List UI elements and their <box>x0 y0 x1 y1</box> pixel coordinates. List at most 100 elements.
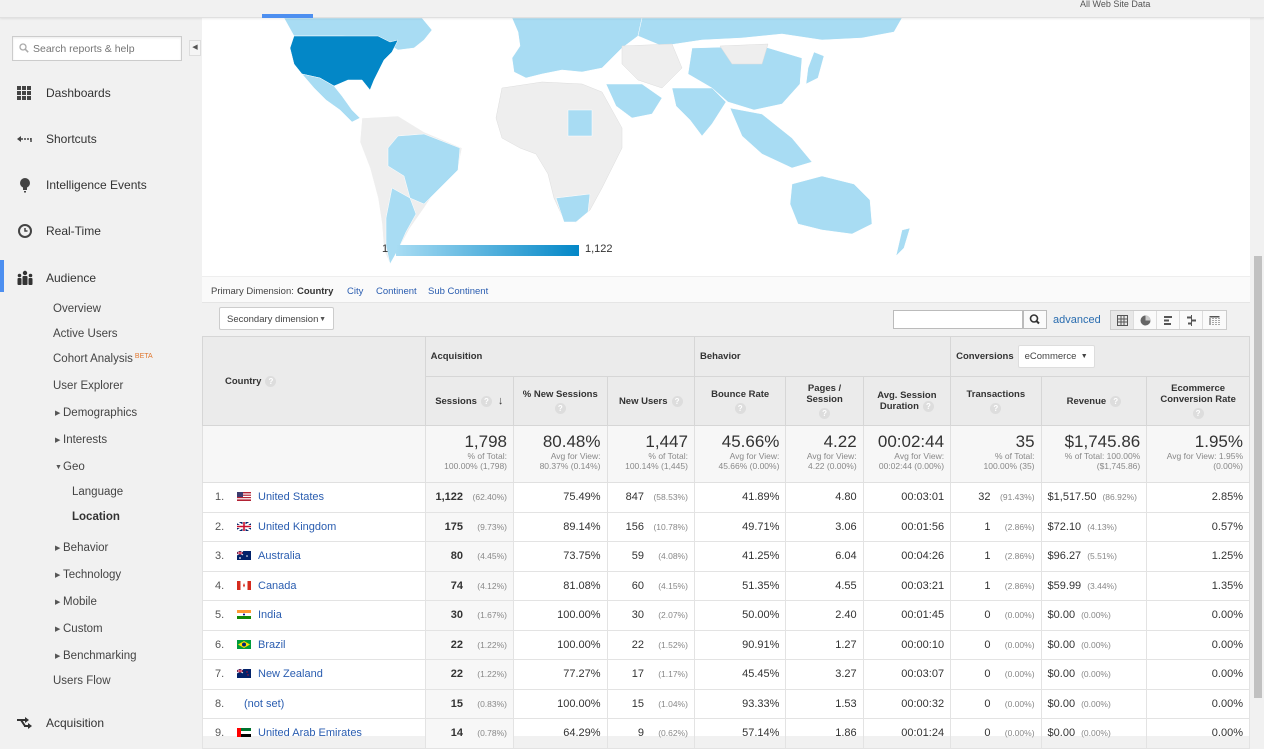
country-link[interactable]: United Kingdom <box>258 521 336 533</box>
pages-session-value: 1.27 <box>835 638 857 651</box>
nav-sub-label: Interests <box>63 434 108 446</box>
country-link[interactable]: Canada <box>258 580 297 592</box>
page-scrollbar[interactable] <box>1252 18 1264 736</box>
pivot-view-button[interactable] <box>1203 311 1226 329</box>
country-link[interactable]: United States <box>258 491 324 503</box>
nav-dashboards[interactable]: Dashboards <box>0 81 200 105</box>
nav-active-users[interactable]: Active Users <box>53 328 118 340</box>
primary-dimension-continent[interactable]: Continent <box>376 286 417 297</box>
country-link[interactable]: United Arab Emirates <box>258 727 362 739</box>
nav-overview[interactable]: Overview <box>53 303 101 315</box>
nav-geo[interactable]: ▼Geo <box>55 461 85 473</box>
map-region-india[interactable] <box>671 87 727 137</box>
secondary-dimension-dropdown[interactable]: Secondary dimension ▼ <box>219 307 334 330</box>
nav-shortcuts[interactable]: Shortcuts <box>0 127 200 151</box>
search-input[interactable] <box>33 40 178 57</box>
help-icon[interactable]: ? <box>1110 395 1122 407</box>
conversions-dropdown[interactable]: eCommerce ▼ <box>1017 345 1095 368</box>
nav-intelligence-events[interactable]: Intelligence Events <box>0 173 200 197</box>
country-link[interactable]: Brazil <box>258 639 286 651</box>
filter-search-button[interactable] <box>1023 310 1047 329</box>
primary-dimension-city[interactable]: City <box>347 286 363 297</box>
pages-session-cell: 3.27 <box>785 659 864 690</box>
nav-location[interactable]: Location <box>72 511 120 523</box>
nav-acquisition[interactable]: Acquisition <box>0 711 200 735</box>
map-region-central-asia[interactable] <box>621 43 683 89</box>
column-header-country[interactable]: Country? <box>202 336 426 426</box>
advanced-filter-link[interactable]: advanced <box>1053 314 1101 326</box>
country-link[interactable]: India <box>258 609 282 621</box>
column-header-new-sessions[interactable]: % New Sessions? <box>513 376 608 426</box>
map-region-australia[interactable] <box>789 175 873 235</box>
help-icon[interactable]: ? <box>480 396 492 407</box>
nav-demographics[interactable]: ▶ Demographics <box>55 407 137 419</box>
map-region-united-states[interactable] <box>289 35 399 91</box>
table-filter-input[interactable] <box>893 310 1023 329</box>
column-header-transactions[interactable]: Transactions? <box>950 376 1042 426</box>
nav-users-flow[interactable]: Users Flow <box>53 675 111 687</box>
sort-descending-icon[interactable]: ↓ <box>498 395 504 407</box>
new-users-value: 9 <box>637 727 644 740</box>
country-link[interactable]: (not set) <box>244 698 284 710</box>
help-icon[interactable]: ? <box>554 402 566 414</box>
primary-dimension-bar: Primary Dimension: Country City Continen… <box>202 276 1250 303</box>
nav-technology[interactable]: ▶ Technology <box>55 569 121 581</box>
primary-dimension-current[interactable]: Country <box>297 286 333 297</box>
column-header-pages-session[interactable]: Pages / Session? <box>785 376 864 426</box>
nav-custom[interactable]: ▶ Custom <box>55 623 103 635</box>
geo-map[interactable]: 1 1,122 <box>202 17 1250 276</box>
country-cell: 4. Canada <box>202 570 426 601</box>
help-icon[interactable]: ? <box>819 408 831 419</box>
sidebar: ◀ Dashboards Shortcuts Intelligence Even… <box>0 18 201 736</box>
country-link[interactable]: New Zealand <box>258 668 323 680</box>
comparison-view-button[interactable] <box>1180 311 1203 329</box>
map-region-new-zealand[interactable] <box>895 227 911 257</box>
map-region-sudan[interactable] <box>567 109 593 137</box>
nav-user-explorer[interactable]: User Explorer <box>53 380 123 392</box>
duration-value: 00:01:24 <box>901 727 945 740</box>
help-icon[interactable]: ? <box>265 375 277 387</box>
map-region-south-africa[interactable] <box>555 193 591 223</box>
sessions-pct: (4.45%) <box>477 551 508 562</box>
total-sub: Avg for View: 1.95% <box>1166 451 1243 461</box>
column-header-conversion-rate[interactable]: Ecommerce Conversion Rate? <box>1146 376 1250 426</box>
nav-benchmarking[interactable]: ▶ Benchmarking <box>55 650 137 662</box>
country-link[interactable]: Australia <box>258 550 301 562</box>
nav-real-time[interactable]: Real-Time <box>0 219 200 243</box>
view-name[interactable]: All Web Site Data <box>1080 0 1150 9</box>
pie-view-button[interactable] <box>1134 311 1157 329</box>
help-icon[interactable]: ? <box>734 402 746 414</box>
column-header-revenue[interactable]: Revenue? <box>1040 376 1148 426</box>
revenue-value: $0.00 <box>1047 609 1076 622</box>
map-region-middle-east[interactable] <box>605 83 663 119</box>
transactions-value: 0 <box>984 609 991 622</box>
column-header-sessions[interactable]: Sessions? ↓ <box>424 376 515 426</box>
help-icon[interactable]: ? <box>990 402 1002 414</box>
column-header-avg-session-duration[interactable]: Avg. Session Duration? <box>862 376 952 426</box>
nav-cohort-analysis[interactable]: Cohort Analysis BETA <box>53 353 153 365</box>
nav-mobile[interactable]: ▶ Mobile <box>55 596 97 608</box>
map-region-southeast-asia[interactable] <box>729 107 813 169</box>
map-region-russia[interactable] <box>637 17 903 47</box>
performance-view-button[interactable] <box>1157 311 1180 329</box>
column-header-new-users[interactable]: New Users? <box>606 376 695 426</box>
sessions-cell: 14 (0.78%) <box>424 718 515 749</box>
nav-behavior[interactable]: ▶ Behavior <box>55 542 108 554</box>
scrollbar-thumb[interactable] <box>1254 256 1262 698</box>
primary-dimension-sub-continent[interactable]: Sub Continent <box>428 286 488 297</box>
world-map[interactable] <box>202 17 1250 276</box>
bounce-rate-value: 45.45% <box>742 668 780 681</box>
nav-interests[interactable]: ▶ Interests <box>55 434 107 446</box>
help-icon[interactable]: ? <box>1192 408 1204 419</box>
map-region-japan[interactable] <box>805 51 825 85</box>
help-icon[interactable]: ? <box>922 401 934 412</box>
search-box[interactable] <box>12 36 182 61</box>
primary-dimension-label: Primary Dimension: <box>211 286 294 297</box>
nav-audience[interactable]: Audience <box>0 260 200 292</box>
column-header-bounce-rate[interactable]: Bounce Rate? <box>693 376 787 426</box>
collapse-sidebar-button[interactable]: ◀ <box>189 40 201 56</box>
help-icon[interactable]: ? <box>671 395 683 407</box>
table-view-button[interactable] <box>1111 311 1134 329</box>
new-users-pct: (4.08%) <box>658 551 688 562</box>
nav-language[interactable]: Language <box>72 486 123 498</box>
